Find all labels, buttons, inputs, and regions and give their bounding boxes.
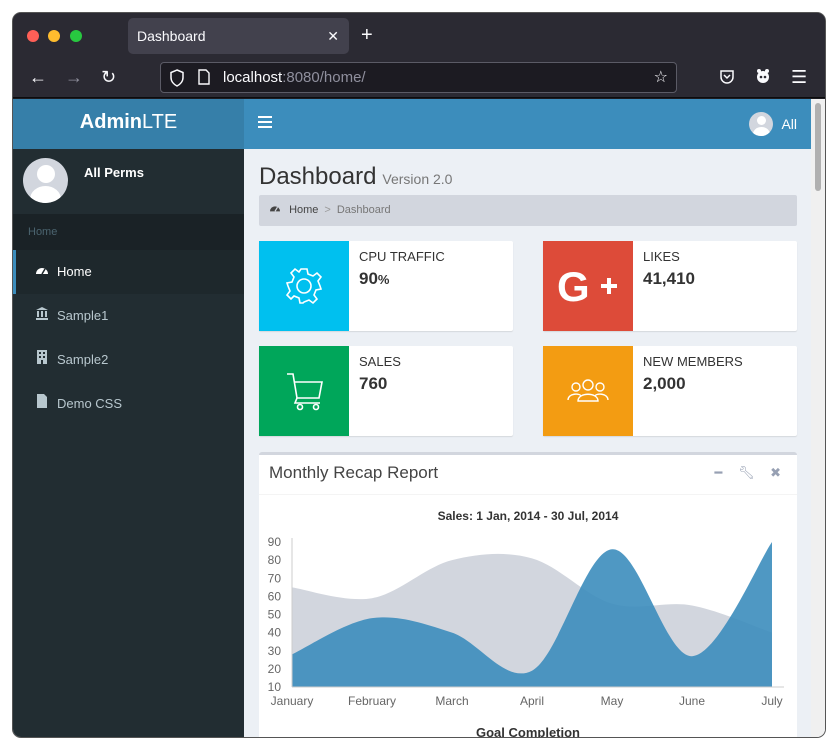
- x-tick-label: April: [520, 694, 544, 708]
- scrollbar-thumb[interactable]: [815, 103, 821, 191]
- new-tab-button[interactable]: +: [361, 24, 373, 46]
- browser-tab[interactable]: Dashboard ✕: [128, 18, 349, 54]
- page-icon: [197, 69, 211, 88]
- gear-icon: [259, 241, 349, 331]
- sidebar: All Perms Home Home Sample1 Sample2 Demo…: [13, 149, 244, 737]
- browser-window: Dashboard ✕ + ← → ↻ localhost:8080/home/…: [13, 13, 825, 737]
- building-icon: [34, 338, 50, 382]
- breadcrumb-home-link[interactable]: Home: [289, 204, 318, 216]
- browser-navbar: ← → ↻ localhost:8080/home/ ☆ ☰: [13, 58, 825, 98]
- x-tick-label: June: [679, 694, 705, 708]
- chart-title: Sales: 1 Jan, 2014 - 30 Jul, 2014: [437, 509, 619, 523]
- shopping-cart-icon: [259, 346, 349, 436]
- sidebar-menu: Home Sample1 Sample2 Demo CSS: [13, 250, 244, 426]
- page-subtitle: Version 2.0: [382, 171, 453, 187]
- url-text: localhost:8080/home/: [223, 69, 366, 86]
- svg-text:G: G: [557, 263, 590, 310]
- sidebar-item-label: Sample1: [57, 308, 109, 323]
- x-tick-label: July: [761, 694, 782, 708]
- box-header: Monthly Recap Report ━ 🔧︎ ✖: [259, 455, 797, 495]
- file-icon: [34, 382, 50, 426]
- goal-completion-title: Goal Completion: [476, 725, 580, 737]
- info-box-value: 760: [359, 374, 388, 393]
- info-box-likes: G LIKES 41,410: [543, 241, 797, 331]
- info-box-cpu-traffic: CPU TRAFFIC 90%: [259, 241, 513, 331]
- app-logo[interactable]: AdminLTE: [13, 99, 244, 149]
- bookmark-star-icon[interactable]: ☆: [654, 67, 668, 87]
- dashboard-icon: [34, 250, 50, 294]
- main-content: Dashboard Version 2.0 Home > Dashboard CPU …: [244, 149, 811, 737]
- bank-icon: [34, 294, 50, 338]
- sidebar-item-label: Demo CSS: [57, 396, 123, 411]
- y-tick-label: 10: [268, 680, 282, 694]
- sidebar-item-label: Home: [57, 264, 92, 279]
- extension-icon[interactable]: [754, 67, 772, 90]
- app-topbar: All: [244, 99, 811, 149]
- avatar: [749, 112, 774, 136]
- users-icon: [543, 346, 633, 436]
- close-window-button[interactable]: [27, 30, 39, 42]
- page-viewport: AdminLTE All All Perms Home Home Sample1…: [13, 99, 825, 737]
- x-tick-label: January: [271, 694, 314, 708]
- info-box-label: CPU TRAFFIC: [359, 249, 445, 264]
- info-box-sales: SALES 760: [259, 346, 513, 436]
- menu-icon[interactable]: ☰: [791, 66, 807, 88]
- sidebar-item-sample1[interactable]: Sample1: [13, 294, 244, 338]
- x-tick-label: February: [348, 694, 396, 708]
- info-box-value: 90%: [359, 269, 390, 288]
- minimize-window-button[interactable]: [48, 30, 60, 42]
- google-plus-icon: G: [543, 241, 633, 331]
- y-tick-label: 20: [268, 662, 282, 676]
- sidebar-avatar: [23, 158, 68, 203]
- info-box-label: SALES: [359, 354, 401, 369]
- user-menu[interactable]: All: [749, 112, 797, 136]
- browser-titlebar: Dashboard ✕ +: [13, 13, 825, 58]
- sidebar-header: Home: [13, 214, 244, 250]
- y-tick-label: 50: [268, 608, 282, 622]
- sidebar-item-home[interactable]: Home: [13, 250, 244, 294]
- tab-title: Dashboard: [137, 28, 206, 44]
- box-tools: ━ 🔧︎ ✖: [703, 465, 782, 481]
- close-icon[interactable]: ✖: [770, 465, 781, 480]
- breadcrumb-current: Dashboard: [336, 204, 391, 216]
- x-tick-label: March: [435, 694, 468, 708]
- y-tick-label: 90: [268, 535, 282, 549]
- shield-icon[interactable]: [169, 69, 185, 90]
- y-tick-label: 30: [268, 644, 282, 658]
- user-panel: All Perms: [13, 149, 244, 214]
- y-tick-label: 70: [268, 571, 282, 585]
- x-tick-label: May: [601, 694, 624, 708]
- sidebar-item-sample2[interactable]: Sample2: [13, 338, 244, 382]
- back-icon[interactable]: ←: [29, 66, 47, 88]
- info-box-value: 2,000: [643, 374, 686, 393]
- sidebar-toggle-icon[interactable]: [258, 116, 272, 128]
- y-tick-label: 40: [268, 626, 282, 640]
- collapse-icon[interactable]: ━: [715, 465, 723, 480]
- box-title: Monthly Recap Report: [269, 463, 439, 482]
- reload-icon[interactable]: ↻: [101, 66, 116, 88]
- page-title: Dashboard Version 2.0: [259, 163, 453, 190]
- info-box-label: LIKES: [643, 249, 680, 264]
- y-tick-label: 60: [268, 589, 282, 603]
- sidebar-user-name: All Perms: [84, 165, 144, 180]
- maximize-window-button[interactable]: [70, 30, 82, 42]
- user-menu-label: All: [781, 116, 797, 132]
- dashboard-icon: [269, 204, 281, 216]
- sales-area-chart: 10 20 30 40 50 60 70 80 90 January February March Ap…: [268, 535, 784, 708]
- sidebar-item-demo-css[interactable]: Demo CSS: [13, 382, 244, 426]
- info-box-label: NEW MEMBERS: [643, 354, 743, 369]
- y-tick-label: 80: [268, 553, 282, 567]
- wrench-icon[interactable]: 🔧︎: [738, 465, 755, 480]
- info-box-new-members: NEW MEMBERS 2,000: [543, 346, 797, 436]
- sidebar-item-label: Sample2: [57, 352, 109, 367]
- close-tab-icon[interactable]: ✕: [327, 18, 339, 54]
- info-box-value: 41,410: [643, 269, 695, 288]
- page-scrollbar[interactable]: [811, 99, 825, 737]
- forward-icon[interactable]: →: [65, 66, 83, 88]
- breadcrumb: Home > Dashboard: [259, 195, 797, 226]
- address-bar[interactable]: localhost:8080/home/ ☆: [160, 62, 677, 93]
- monthly-recap-box: Monthly Recap Report ━ 🔧︎ ✖ Sales: 1 Jan…: [259, 452, 797, 737]
- pocket-icon[interactable]: [719, 68, 735, 90]
